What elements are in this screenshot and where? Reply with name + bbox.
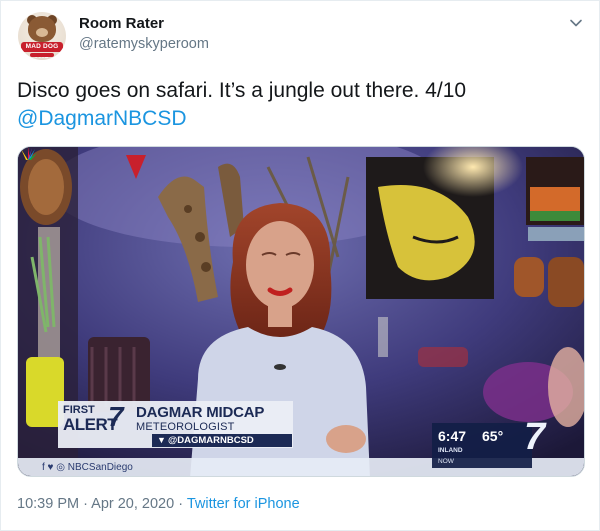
weather-region: INLAND [438,447,463,454]
tweet-source-link[interactable]: Twitter for iPhone [187,496,300,512]
tweet-meta: 10:39 PM · Apr 20, 2020 · Twitter for iP… [17,496,300,512]
tweet-card: MAD DOG PAC Room Rater @ratemyskyperoom … [0,0,600,531]
presenter-twitter: ▼ @DAGMARNBCSD [152,434,292,447]
mention-link[interactable]: @DagmarNBCSD [17,105,577,133]
presenter-name: DAGMAR MIDCAP [136,404,265,421]
timestamp-link[interactable]: 10:39 PM · Apr 20, 2020 [17,496,174,512]
weather-time: 6:47 [438,428,467,444]
station-logo: 7 [524,416,546,458]
station-seven-small: 7 [108,401,124,432]
twitter-bird-icon: ▼ [157,435,166,445]
presenter-twitter-handle: @DAGMARNBCSD [168,435,254,446]
social-icons: f ♥ ◎ [42,462,65,473]
tweet-body: Disco goes on safari. It’s a jungle out … [17,79,467,102]
weather-temp: 65° [482,428,504,444]
avatar-snout [36,28,48,37]
tweet-text: Disco goes on safari. It’s a jungle out … [17,77,577,133]
presenter-title: METEOROLOGIST [136,421,235,433]
social-handle: NBCSanDiego [67,462,133,473]
weather-box: 6:47 65° INLAND NOW [432,423,532,468]
display-name[interactable]: Room Rater [79,15,164,32]
nbc-peacock-icon [21,147,37,160]
tweet-media[interactable]: FIRST ALERT 7 DAGMAR MIDCAP METEOROLOGIS… [17,146,585,477]
avatar[interactable]: MAD DOG PAC [18,12,66,60]
weather-now: NOW [438,458,454,465]
meta-separator: · [174,496,187,512]
chevron-down-icon[interactable] [567,14,585,32]
ticker-social: f ♥ ◎ NBCSanDiego [42,462,133,474]
avatar-base [30,53,54,57]
avatar-badge: MAD DOG PAC [21,42,63,60]
user-handle[interactable]: @ratemyskyperoom [79,36,209,52]
lower-third: FIRST ALERT 7 DAGMAR MIDCAP METEOROLOGIS… [58,401,293,448]
